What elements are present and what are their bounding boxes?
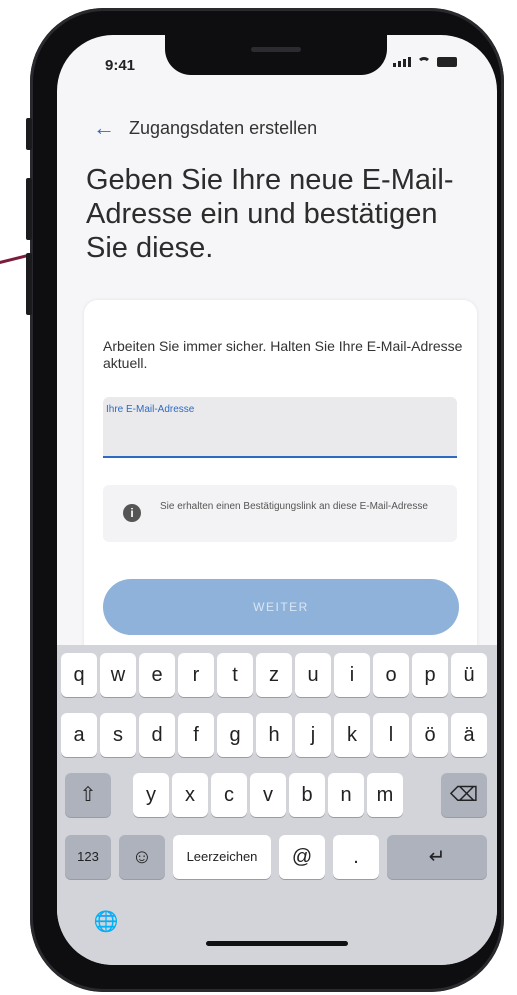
battery-icon [437,57,457,67]
volume-up-button [26,178,32,240]
space-key[interactable]: Leerzeichen [173,835,271,879]
key-j[interactable]: j [295,713,331,757]
key-c[interactable]: c [211,773,247,817]
status-icons [393,57,457,67]
info-box: i Sie erhalten einen Bestätigungslink an… [103,485,457,542]
numbers-key[interactable]: 123 [65,835,111,879]
home-indicator [206,941,348,946]
key-a[interactable]: a [61,713,97,757]
card-description: Arbeiten Sie immer sicher. Halten Sie Ih… [103,338,463,371]
key-w[interactable]: w [100,653,136,697]
dot-key[interactable]: . [333,835,379,879]
status-time: 9:41 [105,57,136,74]
key-t[interactable]: t [217,653,253,697]
info-text: Sie erhalten einen Bestätigungslink an d… [160,501,428,512]
key-e[interactable]: e [139,653,175,697]
key-p[interactable]: p [412,653,448,697]
key-i[interactable]: i [334,653,370,697]
key-h[interactable]: h [256,713,292,757]
key-g[interactable]: g [217,713,253,757]
wifi-icon [417,57,431,67]
form-card: Arbeiten Sie immer sicher. Halten Sie Ih… [84,300,477,680]
shift-key[interactable]: ⇧ [65,773,111,817]
arrow-left-icon[interactable]: ← [93,117,115,139]
globe-icon[interactable]: 🌐 [83,900,129,944]
signal-icon [393,57,411,67]
at-key[interactable]: @ [279,835,325,879]
key-x[interactable]: x [172,773,208,817]
volume-down-button [26,253,32,315]
key-z[interactable]: z [256,653,292,697]
key-u[interactable]: u [295,653,331,697]
key-o[interactable]: o [373,653,409,697]
email-field[interactable]: Ihre E-Mail-Adresse [103,397,457,458]
key-d[interactable]: d [139,713,175,757]
nav-bar: ← Zugangsdaten erstellen [93,117,317,139]
key-ü[interactable]: ü [451,653,487,697]
key-k[interactable]: k [334,713,370,757]
key-q[interactable]: q [61,653,97,697]
key-r[interactable]: r [178,653,214,697]
key-v[interactable]: v [250,773,286,817]
phone-screen: 9:41 ← Zugangsdaten erstellen Geben Sie … [57,35,497,965]
nav-title: Zugangsdaten erstellen [129,117,318,138]
key-l[interactable]: l [373,713,409,757]
mute-switch [26,118,32,150]
key-ä[interactable]: ä [451,713,487,757]
return-key[interactable]: ↵ [387,835,487,879]
page-headline: Geben Sie Ihre neue E-Mail-Adresse ein u… [86,164,454,264]
emoji-key[interactable]: ☺ [119,835,165,879]
speaker [251,47,301,52]
key-m[interactable]: m [367,773,403,817]
info-icon: i [123,504,141,522]
key-b[interactable]: b [289,773,325,817]
key-s[interactable]: s [100,713,136,757]
notch [165,35,387,75]
key-y[interactable]: y [133,773,169,817]
email-field-label: Ihre E-Mail-Adresse [106,404,195,415]
weiter-button[interactable]: WEITER [103,579,459,635]
keyboard: qwertzuiopü asdfghjklöä yxcvbnm ⇧ ⌫ 123 … [57,645,497,965]
key-n[interactable]: n [328,773,364,817]
key-f[interactable]: f [178,713,214,757]
backspace-key[interactable]: ⌫ [441,773,487,817]
key-ö[interactable]: ö [412,713,448,757]
